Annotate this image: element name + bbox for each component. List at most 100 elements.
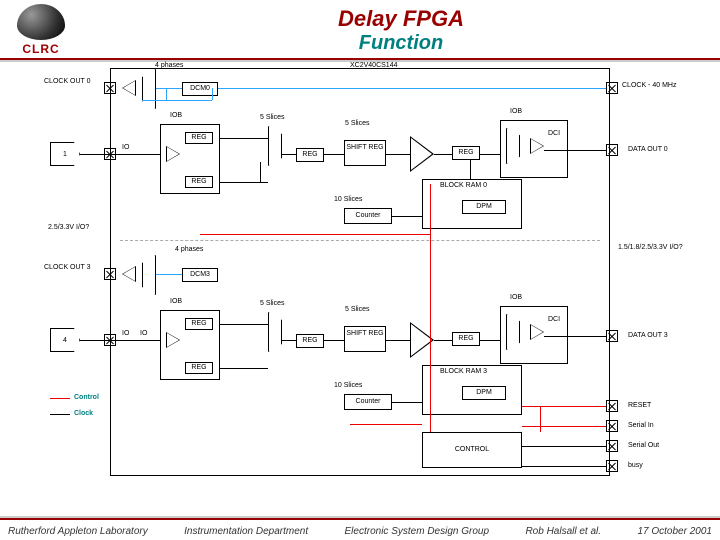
wire [282,340,296,341]
legend-control: Control [74,394,99,401]
reg-in3-a: REG [185,318,213,330]
reg-mid3: REG [296,334,324,348]
wire [544,150,606,151]
pad-serial-out [606,440,618,452]
source-1: 1 [50,142,80,166]
wire [540,406,541,432]
dpm0: DPM [462,200,506,214]
legend-control-line [50,398,70,399]
wire [386,340,410,341]
iob-right-3-label: IOB [510,294,522,301]
reset-label: RESET [628,402,651,409]
shiftreg-0: SHIFT REG [344,140,386,166]
clock-freq-label: CLOCK - 40 MHz [622,82,676,89]
footer: Rutherford Appleton Laboratory Instrumen… [0,518,720,540]
page-title: Delay FPGA [82,6,720,32]
control-bus-v [430,184,431,432]
wire [156,88,182,89]
serial-out-label: Serial Out [628,442,659,449]
wire [218,88,606,89]
slices5-3a: 5 Slices [260,300,285,307]
wire [324,154,344,155]
counter0: Counter [344,208,392,224]
pad-serial-in [606,420,618,432]
wire [480,154,500,155]
tri-0 [410,136,434,172]
io-3a: IO [122,330,129,337]
logo-text: CLRC [0,42,82,56]
data-out-3: DATA OUT 3 [628,332,668,339]
buf-out0 [530,138,544,154]
busy-label: busy [628,462,643,469]
io-voltage-left: 2.5/3.3V I/O? [48,224,89,231]
wire [220,182,268,183]
wire [470,160,471,179]
wire [480,340,500,341]
legend-clock: Clock [74,410,93,417]
shiftreg-3: SHIFT REG [344,326,386,352]
pad-reset [606,400,618,412]
reg-in0-a: REG [185,132,213,144]
wire [324,340,344,341]
divider [0,58,720,60]
io-voltage-right: 1.5/1.8/2.5/3.3V I/O? [618,244,683,251]
dci-3: DCI [548,316,560,323]
blockram0-label: BLOCK RAM 0 [440,182,487,189]
slices5-0b: 5 Slices [345,120,370,127]
dpm3: DPM [462,386,506,400]
wire [392,402,422,403]
wire [434,340,452,341]
buf-out3 [530,324,544,340]
reg-out0: REG [452,146,480,160]
wire [282,154,296,155]
pad-busy [606,460,618,472]
wire-sin [522,426,606,427]
io-3b: IO [140,330,147,337]
wire [80,340,160,341]
wire [80,154,160,155]
dci-0: DCI [548,130,560,137]
wire [260,162,261,182]
iob-left-3-label: IOB [170,298,182,305]
io-0: IO [122,144,129,151]
clock-out-0: CLOCK OUT 0 [44,78,91,85]
swirl-icon [17,4,65,40]
control-bus-h2 [350,424,422,425]
slices5-3b: 5 Slices [345,306,370,313]
dcm3-box: DCM3 [182,268,218,282]
wire [544,336,606,337]
buf-in3 [166,332,180,348]
control-box: CONTROL [422,432,522,468]
reg-in3-b: REG [185,362,213,374]
source-4: 4 [50,328,80,352]
iob-right-0-label: IOB [510,108,522,115]
footer-date: 17 October 2001 [637,526,712,537]
iob-left-0-label: IOB [170,112,182,119]
buf-clockout3 [122,266,136,282]
footer-dept: Instrumentation Department [184,526,308,537]
footer-group: Electronic System Design Group [345,526,490,537]
reg-in0-b: REG [185,176,213,188]
slices5-0a: 5 Slices [260,114,285,121]
serial-in-label: Serial In [628,422,654,429]
pad-clock-in [606,82,618,94]
wire [220,138,268,139]
wire [392,216,422,217]
control-bus-h [200,234,430,235]
blockram3-label: BLOCK RAM 3 [440,368,487,375]
pad-out3 [606,330,618,342]
block-diagram: XC2V40CS144 CLOCK - 40 MHz 4 phases CLOC… [0,64,720,484]
wire [212,88,213,100]
wire [220,324,268,325]
footer-author: Rob Halsall et al. [525,526,601,537]
buf-clockout0 [122,80,136,96]
pad-clockout0 [104,82,116,94]
legend-clock-line [50,414,70,415]
reg-out3: REG [452,332,480,346]
buf-in0 [166,146,180,162]
wire [166,88,167,100]
wire [142,100,212,101]
wire [220,368,268,369]
pad-out0 [606,144,618,156]
slices10-3: 10 Slices [334,382,362,389]
